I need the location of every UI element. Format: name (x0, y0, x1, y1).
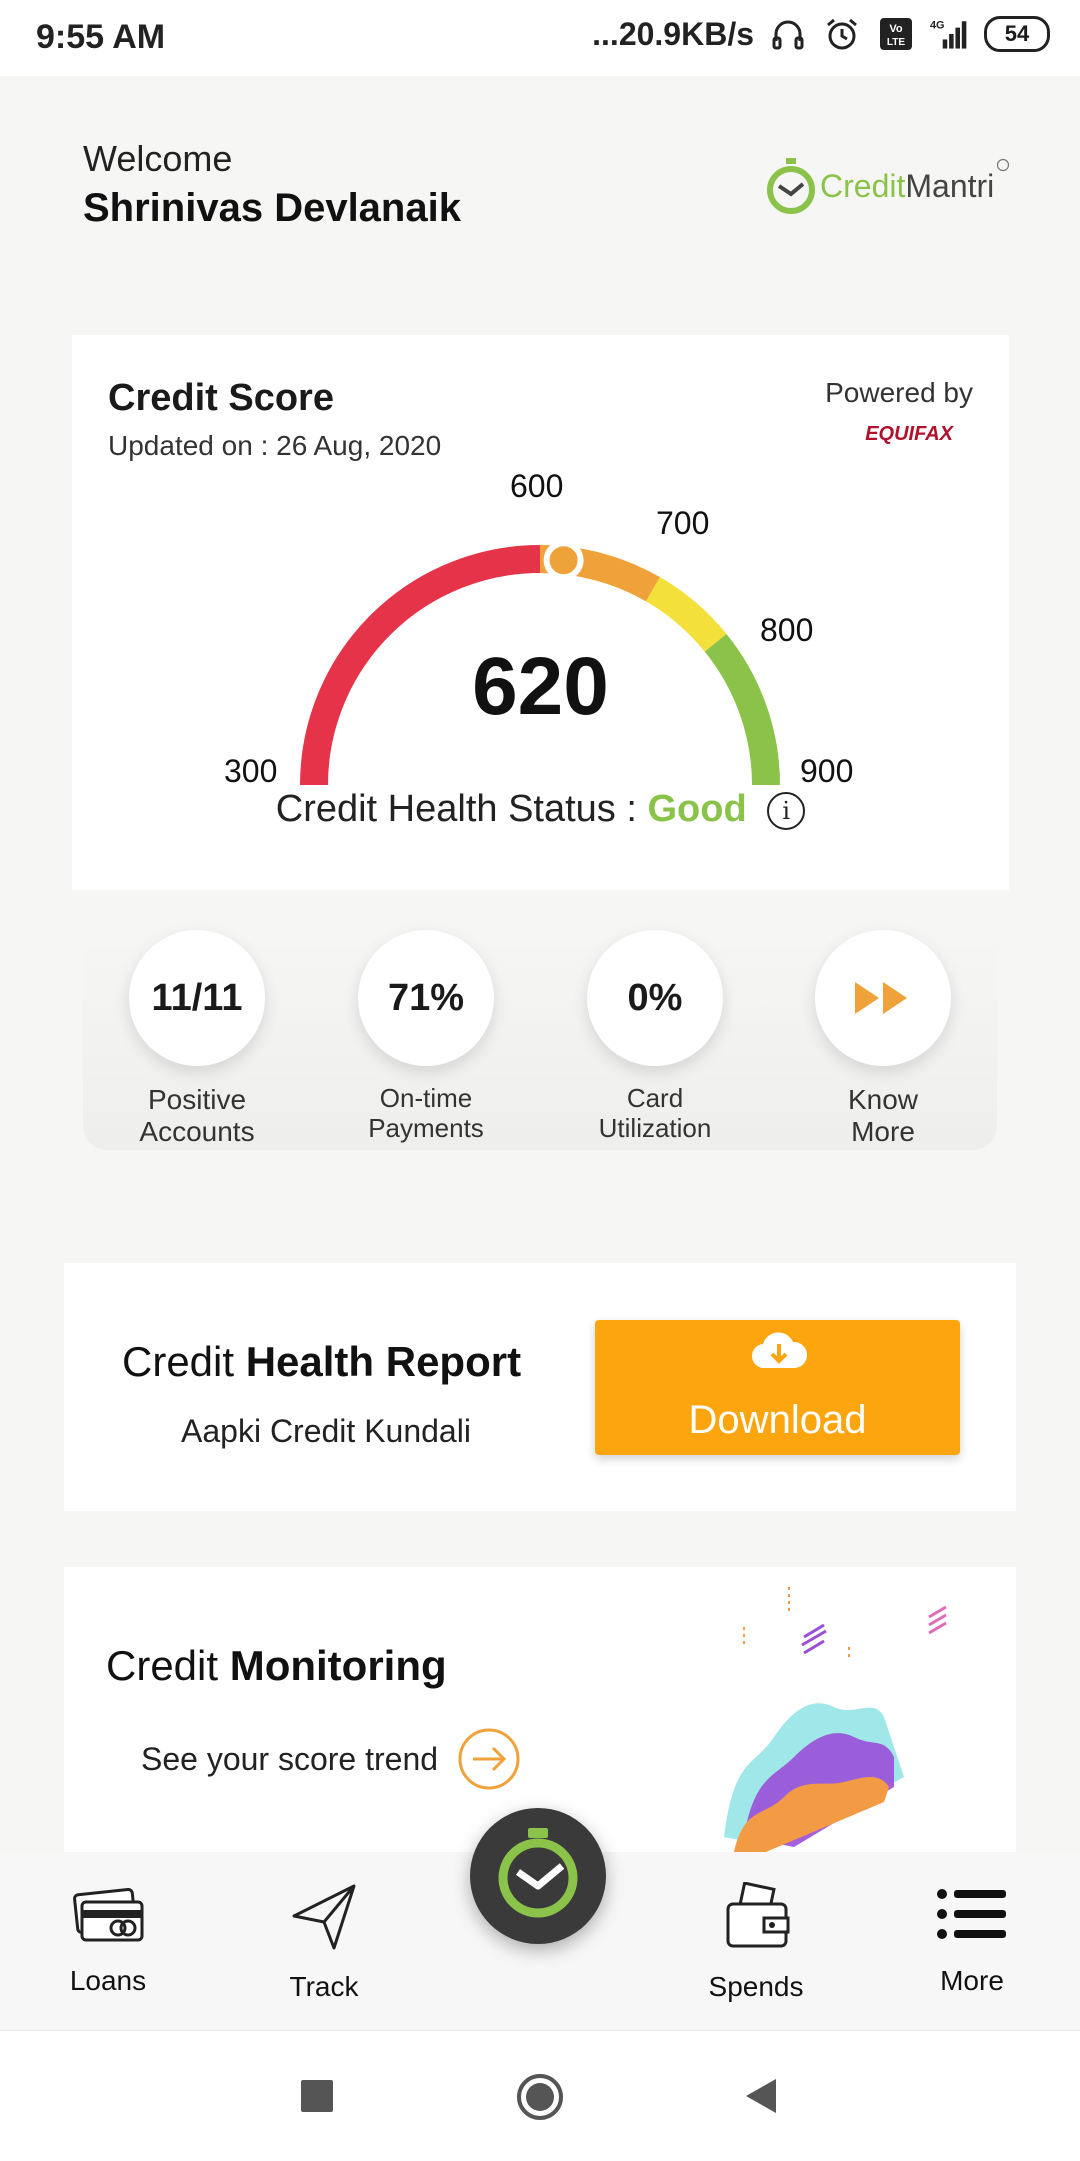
health-status-value: Good (647, 788, 747, 830)
status-bar: 9:55 AM ...20.9KB/s Vo LTE 4G 54 (0, 0, 1080, 76)
stat-know-more[interactable]: Know More (783, 930, 983, 1148)
wallet-icon (726, 1881, 790, 1948)
back-triangle-icon (746, 2079, 776, 2113)
logo-clock-icon (767, 158, 815, 214)
info-icon[interactable]: i (767, 791, 806, 830)
recents-button[interactable] (300, 2079, 334, 2118)
gauge-tick-300: 300 (224, 753, 278, 789)
svg-text:LTE: LTE (887, 37, 905, 48)
home-button[interactable] (516, 2073, 564, 2126)
signal-4g-icon: 4G (930, 14, 970, 54)
circle-home-icon (517, 2074, 563, 2120)
health-status-label: Credit Health Status : (275, 788, 637, 830)
creditmantri-logo: CreditMantri (765, 152, 1010, 224)
system-nav-bar (0, 2030, 1080, 2161)
menu-list-icon (937, 1889, 1006, 1939)
status-time: 9:55 AM (36, 18, 166, 56)
svg-text:4G: 4G (930, 20, 945, 32)
welcome-text: Welcome (83, 138, 233, 179)
stat-ontime-payments[interactable]: 71% On-time Payments (326, 930, 526, 1144)
report-subtitle: Aapki Credit Kundali (181, 1413, 471, 1449)
nav-label: Spends (708, 1971, 804, 2002)
stat-label: Card Utilization (598, 1083, 712, 1143)
stat-bubble: 0% (587, 930, 723, 1066)
report-title: Credit Health Report (122, 1338, 522, 1385)
credit-score-value: 620 (472, 641, 609, 732)
home-fab-button[interactable] (470, 1808, 606, 1944)
user-name: Shrinivas Devlanaik (83, 186, 461, 230)
stat-bubble: 71% (358, 930, 494, 1066)
score-trend-illustration (724, 1587, 947, 1852)
svg-text:Vo: Vo (889, 23, 903, 35)
score-factors-row: 11/11 Positive Accounts 71% On-time Paym… (83, 930, 997, 1150)
stat-card-utilization[interactable]: 0% Card Utilization (555, 930, 755, 1144)
square-icon (301, 2080, 333, 2112)
cloud-download-icon (752, 1332, 807, 1369)
network-speed: ...20.9KB/s (592, 15, 754, 52)
credit-health-status: Credit Health Status : Good i (72, 788, 1009, 831)
stat-label: On-time Payments (368, 1083, 484, 1143)
gauge-tick-600: 600 (510, 468, 564, 504)
download-label: Download (688, 1398, 867, 1442)
nav-label: Loans (69, 1965, 147, 1996)
headphones-icon (768, 14, 808, 54)
stat-bubble: 11/11 (129, 930, 265, 1066)
status-icons: ...20.9KB/s Vo LTE 4G 54 (592, 14, 1050, 54)
monitoring-title: Credit Monitoring (106, 1642, 447, 1689)
send-icon (292, 1884, 356, 1950)
cards-icon (73, 1887, 144, 1942)
download-button[interactable]: Download (595, 1320, 960, 1455)
credit-health-report-card: Credit Health Report Aapki Credit Kundal… (64, 1263, 1016, 1511)
logo-text: CreditMantri (820, 168, 995, 204)
battery-icon: 54 (984, 16, 1050, 52)
fast-forward-icon (815, 930, 951, 1066)
registered-mark-icon (996, 158, 1010, 172)
alarm-icon (822, 14, 862, 54)
gauge-marker (543, 540, 584, 581)
creditmantri-clock-icon (498, 1828, 578, 1918)
nav-label: More (940, 1965, 1004, 1996)
nav-loans[interactable]: Loans (28, 1882, 188, 1997)
credit-score-card[interactable]: Credit Score Updated on : 26 Aug, 2020 P… (72, 335, 1009, 890)
arrow-right-icon[interactable] (457, 1727, 521, 1791)
nav-track[interactable]: Track (244, 1882, 404, 2003)
nav-more[interactable]: More (892, 1882, 1052, 1997)
stat-label: Positive Accounts (139, 1084, 255, 1148)
nav-spends[interactable]: Spends (676, 1881, 836, 2003)
monitoring-subtitle: See your score trend (141, 1741, 439, 1777)
gauge-tick-700: 700 (656, 505, 710, 541)
back-button[interactable] (744, 2077, 778, 2120)
volte-icon: Vo LTE (876, 14, 916, 54)
stat-positive-accounts[interactable]: 11/11 Positive Accounts (97, 930, 297, 1148)
gauge-segment-ok (645, 577, 727, 652)
stat-label: Know More (847, 1084, 919, 1148)
gauge-tick-900: 900 (800, 753, 854, 789)
nav-label: Track (289, 1971, 359, 2002)
